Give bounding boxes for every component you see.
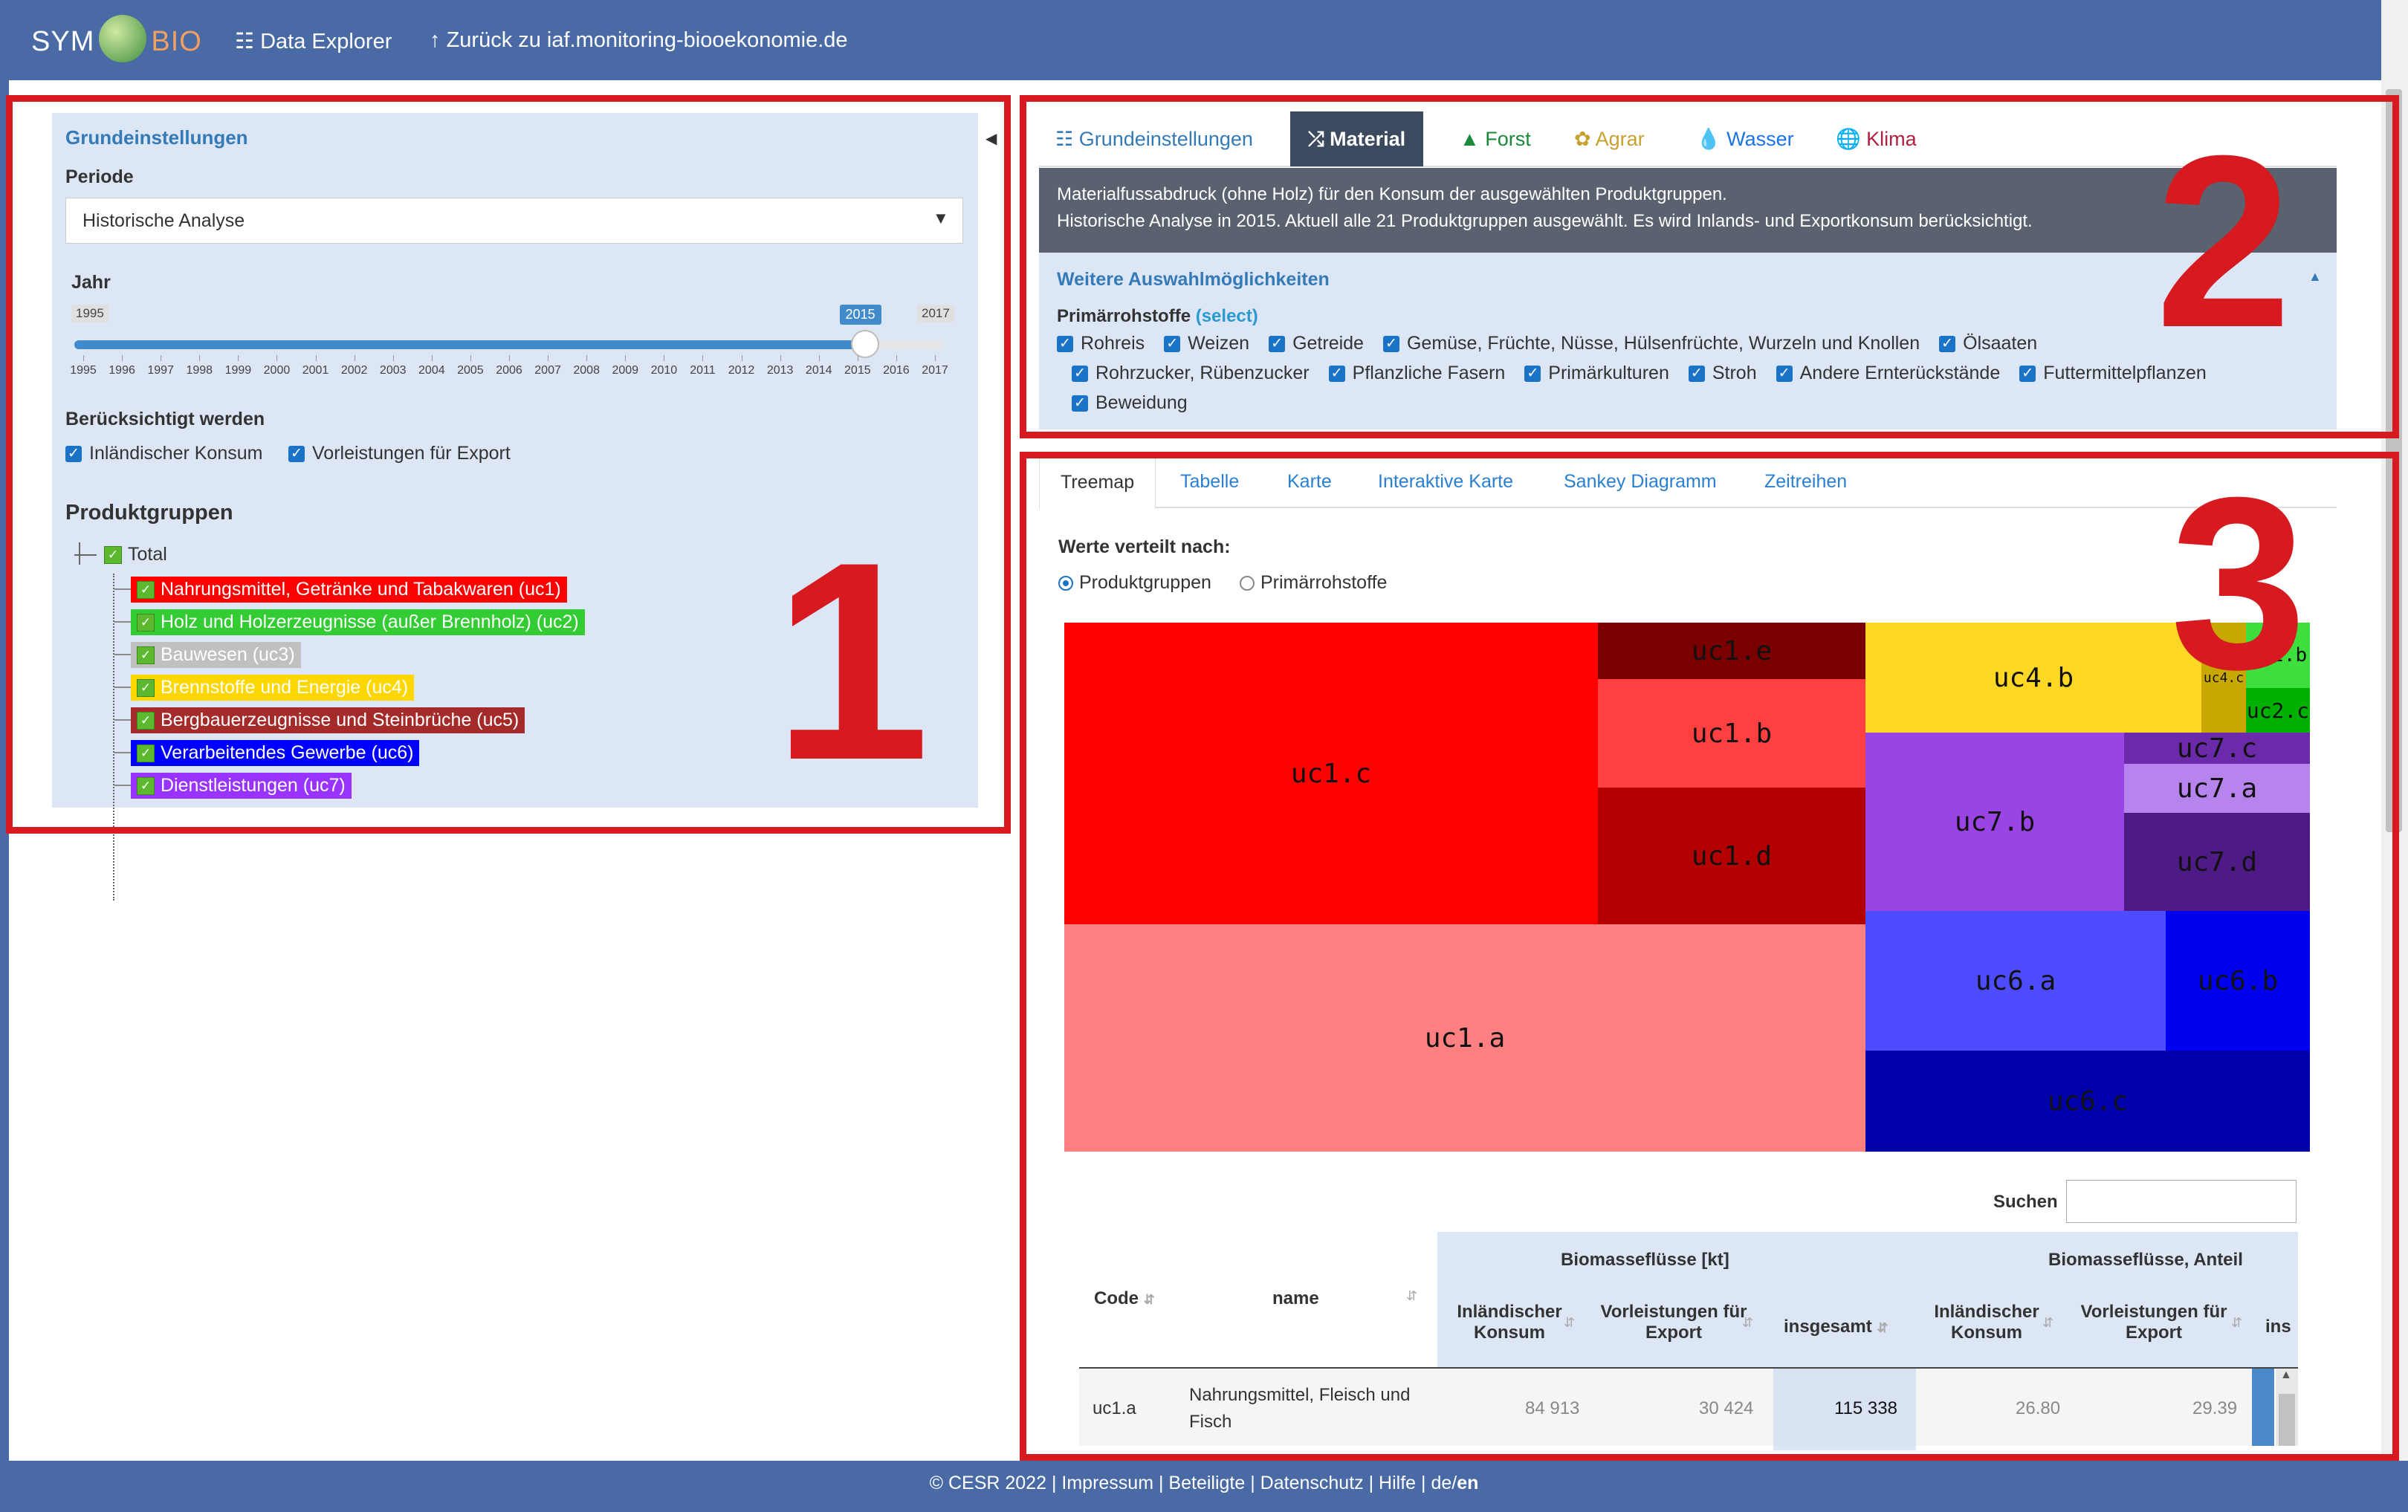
data-explorer-link[interactable]: ☷ Data Explorer [235, 28, 392, 54]
footer-datenschutz-link[interactable]: Datenschutz [1260, 1473, 1364, 1493]
back-link-label: Zurück zu iaf.monitoring-biooekonomie.de [446, 28, 848, 52]
data-explorer-label: Data Explorer [260, 30, 392, 53]
annotation-number-3: 3 [2170, 446, 2307, 720]
footer: © CESR 2022 | Impressum | Beteiligte | D… [0, 1461, 2408, 1512]
footer-lang-en[interactable]: en [1457, 1473, 1478, 1493]
annotation-number-1: 1 [773, 503, 930, 819]
footer-lang-de[interactable]: de [1431, 1473, 1451, 1493]
binoculars-icon: ☷ [235, 30, 254, 53]
arrow-up-icon: ↑ [430, 28, 441, 52]
brand-logo[interactable]: SYM BIO [31, 15, 202, 67]
footer-hilfe-link[interactable]: Hilfe [1379, 1473, 1416, 1493]
brand-sym: SYM [31, 26, 95, 58]
navbar: SYM BIO ☷ Data Explorer ↑ Zurück zu iaf.m… [0, 0, 2408, 80]
footer-impressum-link[interactable]: Impressum [1061, 1473, 1153, 1493]
logo-globe-icon [99, 15, 147, 62]
footer-copyright: © CESR 2022 [929, 1473, 1046, 1493]
annotation-number-2: 2 [2155, 104, 2292, 378]
brand-bio: BIO [151, 26, 202, 58]
back-link[interactable]: ↑ Zurück zu iaf.monitoring-biooekonomie.… [430, 28, 848, 53]
footer-beteiligte-link[interactable]: Beteiligte [1168, 1473, 1245, 1493]
